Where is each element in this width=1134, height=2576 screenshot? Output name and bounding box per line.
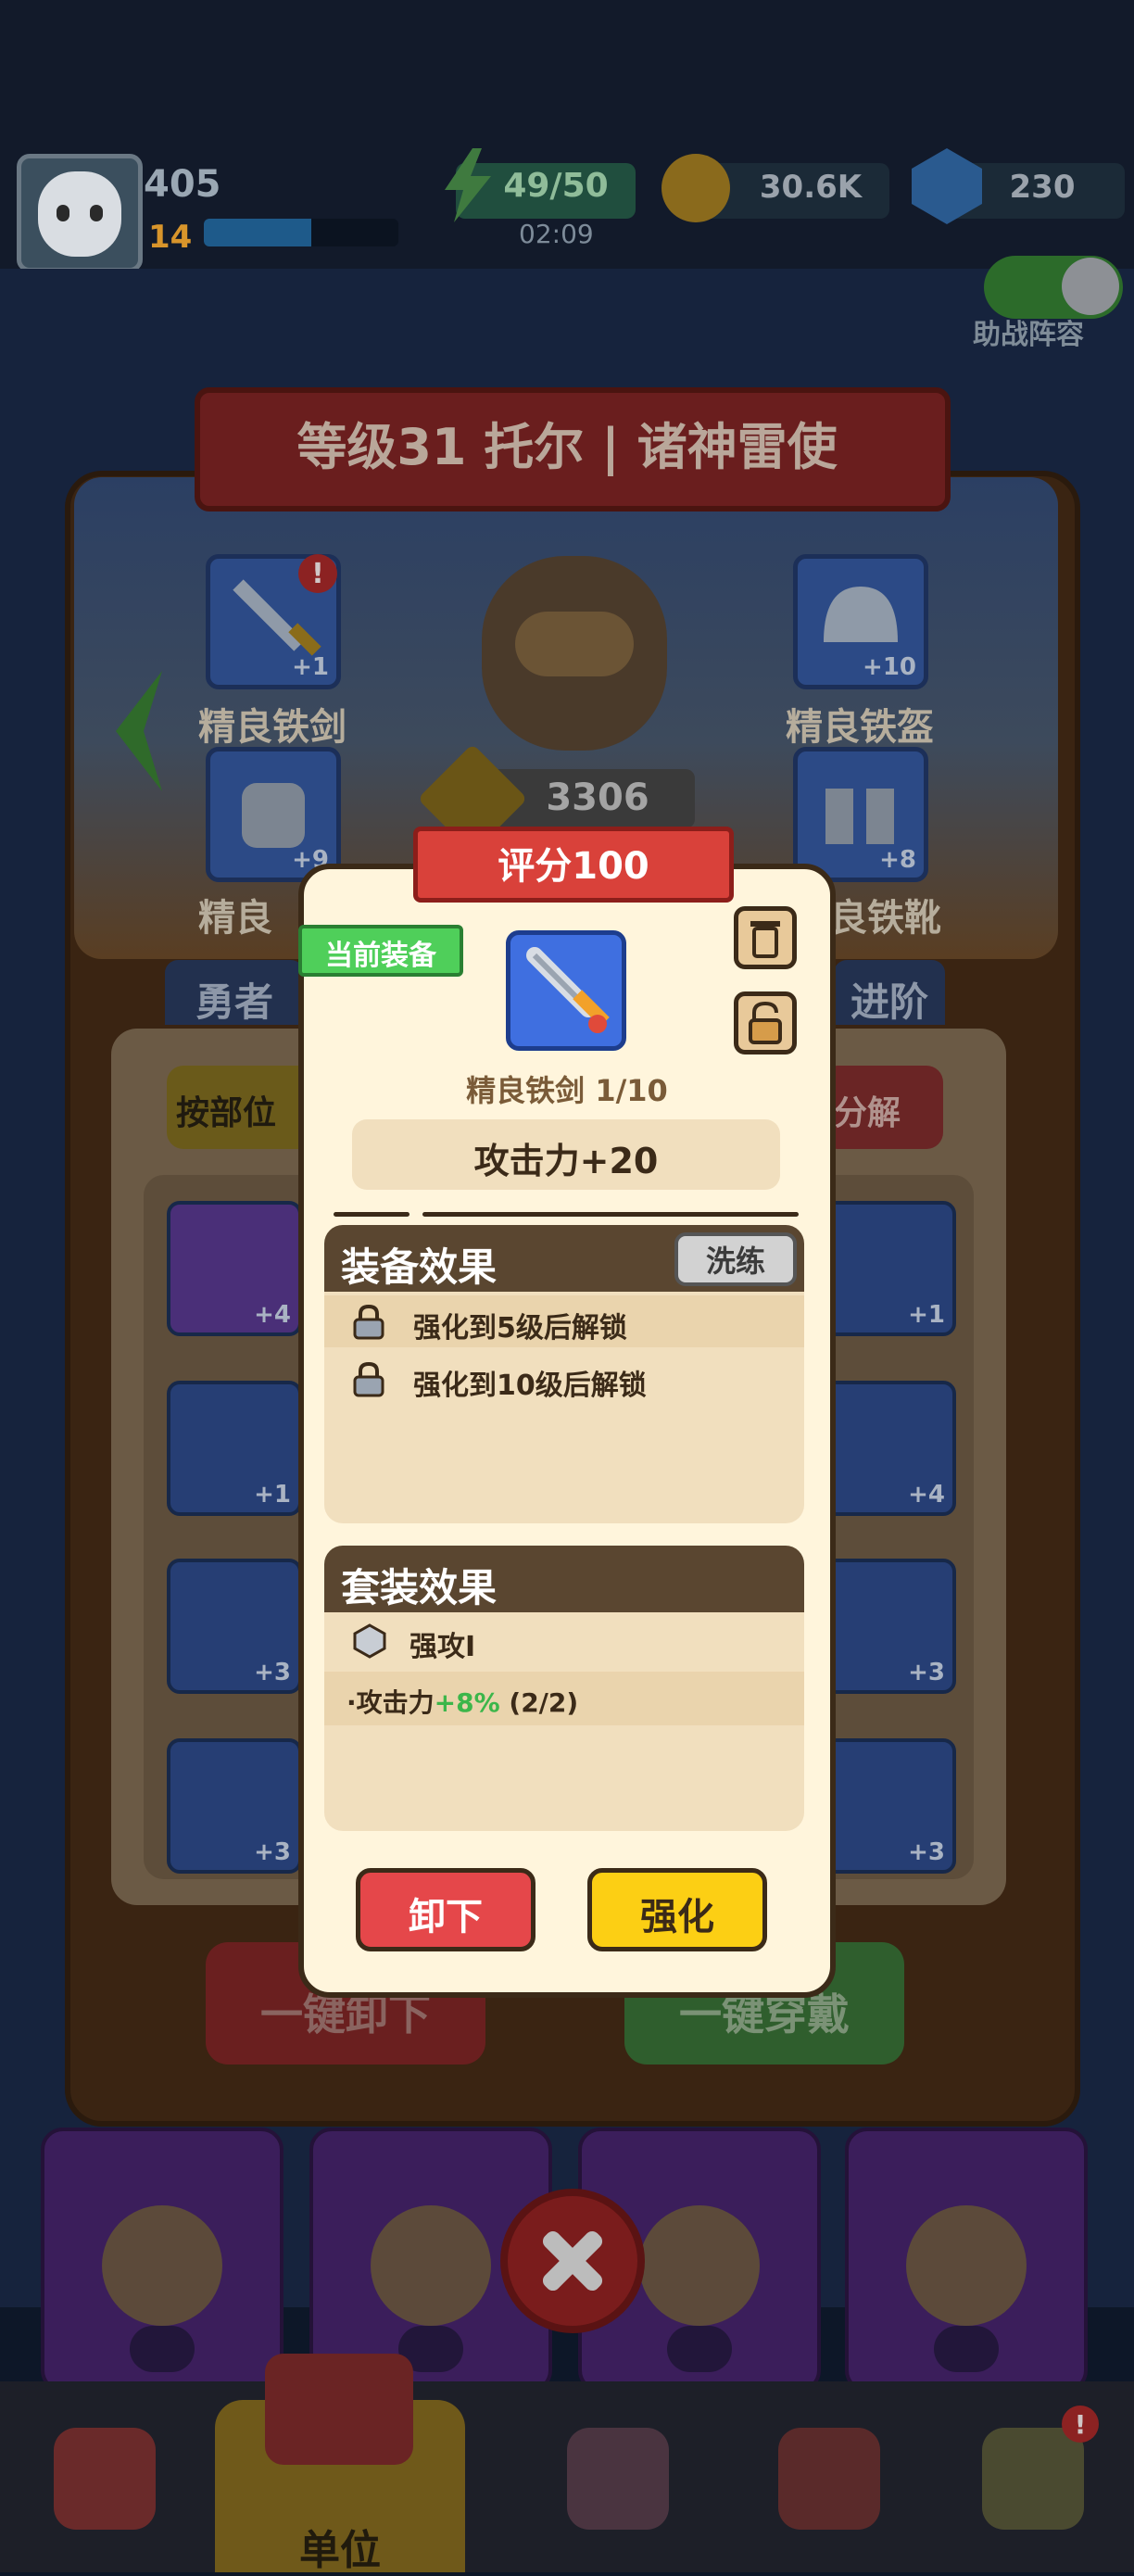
helmet-slot[interactable]: +10: [793, 554, 928, 689]
prev-hero-arrow-icon[interactable]: [111, 671, 167, 791]
slot-level: +10: [863, 653, 916, 681]
armor-slot[interactable]: +9: [206, 747, 341, 882]
item-level: +3: [908, 1838, 945, 1866]
divider: [422, 1212, 799, 1217]
boots-slot-name: 良铁靴: [830, 897, 941, 940]
item-level: +3: [254, 1838, 291, 1866]
lock-button[interactable]: [734, 991, 797, 1054]
set-bonus-value: +8%: [434, 1687, 500, 1718]
close-button[interactable]: [500, 2189, 645, 2333]
inventory-item[interactable]: +1: [167, 1381, 302, 1516]
set-bonus: ·攻击力+8% (2/2): [346, 1683, 578, 1720]
unequip-label: 卸下: [409, 1896, 483, 1938]
nav-map-icon[interactable]: [982, 2428, 1084, 2530]
nav-units-label: 单位: [299, 2527, 381, 2574]
item-level: +4: [908, 1481, 945, 1509]
item-score: 评分100: [498, 845, 649, 888]
inventory-item[interactable]: +3: [821, 1738, 956, 1874]
effect-row: 强化到5级后解锁: [324, 1295, 804, 1347]
gold-coin-icon: [662, 154, 730, 222]
energy-timer: 02:09: [519, 219, 594, 249]
upgrade-label: 强化: [640, 1896, 714, 1938]
hero-score: 3306: [546, 777, 649, 819]
set-name-row: 强攻I: [324, 1614, 804, 1668]
hexagon-icon: [353, 1623, 386, 1659]
nav-shop-icon[interactable]: [54, 2428, 156, 2530]
nav-alert-icon: !: [1062, 2406, 1099, 2443]
set-name: 强攻I: [410, 1631, 476, 1663]
item-level: +1: [254, 1481, 291, 1509]
item-level: +3: [908, 1659, 945, 1686]
hero-title: 等级31 托尔 | 诸神雷使: [296, 418, 838, 476]
inventory-item[interactable]: +3: [167, 1559, 302, 1694]
set-bonus-prefix: ·攻击力: [346, 1687, 435, 1718]
assist-toggle[interactable]: [984, 256, 1123, 319]
tab-hero-label: 勇者: [195, 979, 273, 1025]
inventory-item[interactable]: +4: [821, 1381, 956, 1516]
equip-effects-title: 装备效果: [341, 1244, 498, 1290]
set-bonus-row: ·攻击力+8% (2/2): [324, 1672, 804, 1725]
nav-ship-icon[interactable]: [778, 2428, 880, 2530]
effect-text: 强化到10级后解锁: [413, 1370, 647, 1402]
nav-battle-icon[interactable]: [567, 2428, 669, 2530]
lock-icon: [353, 1362, 384, 1397]
set-bonus-count: (2/2): [509, 1687, 579, 1718]
trash-icon: [750, 921, 780, 958]
inventory-item[interactable]: +3: [167, 1738, 302, 1874]
hero-face: [515, 612, 634, 676]
player-avatar[interactable]: [17, 154, 143, 272]
lock-icon: [353, 1305, 384, 1340]
sword-icon: [526, 947, 610, 1033]
item-level: +3: [254, 1659, 291, 1686]
gold-value: 30.6K: [759, 169, 863, 206]
decompose-label: 分解: [834, 1094, 901, 1132]
weapon-slot-name: 精良铁剑: [198, 706, 346, 749]
main-stat: 攻击力+20: [473, 1141, 659, 1181]
gem-icon: [912, 148, 982, 224]
hero-card[interactable]: [41, 2128, 284, 2393]
energy-value: 49/50: [503, 167, 609, 205]
alert-icon: !: [298, 554, 337, 593]
item-name: 精良铁剑 1/10: [466, 1073, 668, 1108]
inventory-item[interactable]: +3: [821, 1559, 956, 1694]
inventory-item[interactable]: +4: [167, 1201, 302, 1336]
slot-level: +8: [879, 846, 916, 874]
tab-advance-label: 进阶: [850, 979, 928, 1025]
xp-bar-fill: [204, 219, 311, 246]
set-effects-title: 套装效果: [341, 1565, 498, 1610]
divider: [334, 1212, 410, 1217]
item-level: +1: [908, 1301, 945, 1329]
player-level: 14: [148, 219, 193, 256]
item-level: +4: [254, 1301, 291, 1329]
xp-bar: [204, 219, 398, 246]
effect-text: 强化到5级后解锁: [413, 1312, 627, 1345]
assist-toggle-label: 助战阵容: [973, 319, 1084, 351]
helmet-slot-name: 精良铁盔: [786, 706, 934, 749]
hero-card[interactable]: [845, 2128, 1088, 2393]
discard-button[interactable]: [734, 906, 797, 969]
player-power: 405: [144, 163, 221, 206]
unlock-icon: [749, 1002, 782, 1044]
slot-level: +1: [292, 653, 329, 681]
boots-slot[interactable]: +8: [793, 747, 928, 882]
inventory-item[interactable]: +1: [821, 1201, 956, 1336]
refine-label: 洗练: [705, 1244, 765, 1279]
current-equipped-label: 当前装备: [325, 940, 436, 972]
item-icon: [506, 930, 626, 1051]
effect-row: 强化到10级后解锁: [324, 1353, 804, 1405]
gem-value: 230: [1009, 169, 1076, 206]
units-icon: [265, 2354, 413, 2465]
armor-slot-name: 精良: [198, 897, 272, 940]
sort-by-slot-label: 按部位: [176, 1094, 277, 1132]
